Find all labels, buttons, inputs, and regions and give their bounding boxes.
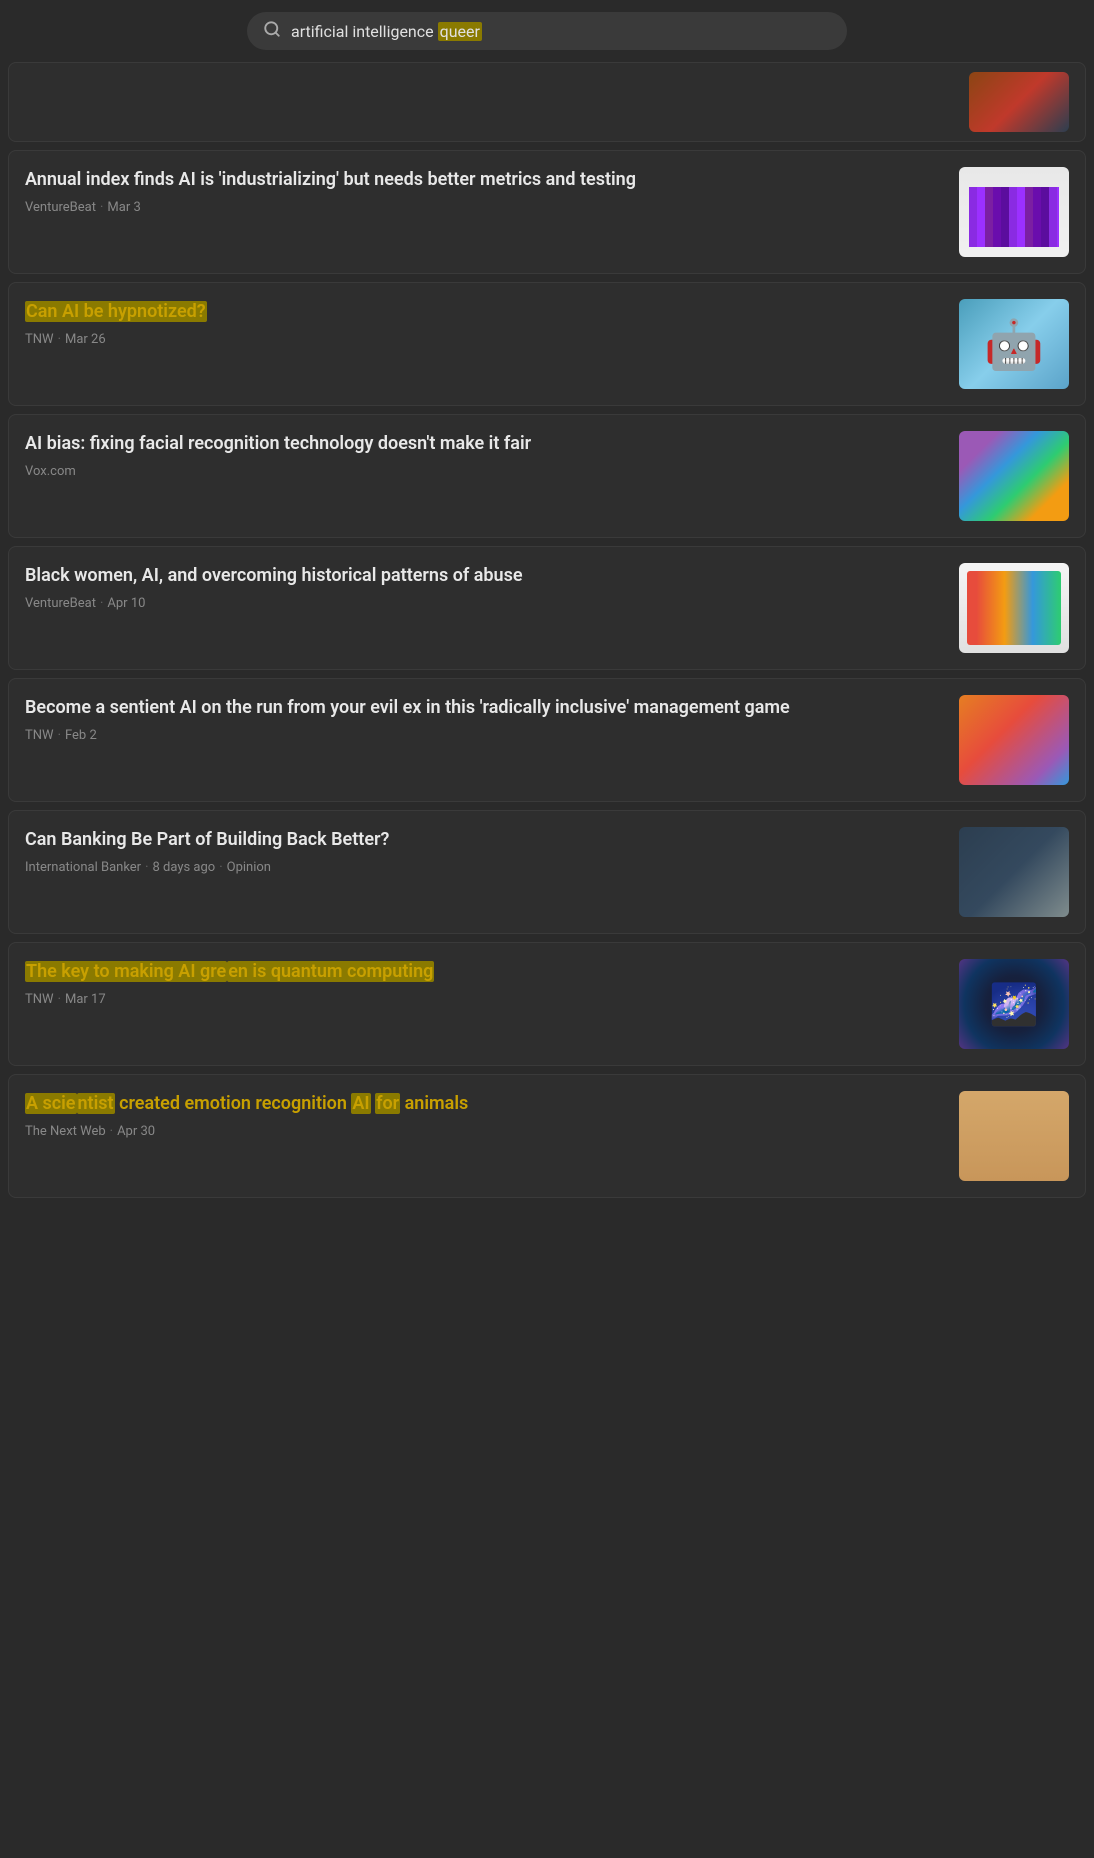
article-card-4[interactable]: Black women, AI, and overcoming historic…	[8, 546, 1086, 670]
meta-dot-1: ·	[100, 200, 103, 215]
article-title-4: Black women, AI, and overcoming historic…	[25, 563, 947, 588]
article-date-5: Feb 2	[65, 728, 97, 743]
article-content-7: The key to making AI green is quantum co…	[25, 959, 947, 1007]
article-card-8[interactable]: A scientist created emotion recognition …	[8, 1074, 1086, 1198]
meta-dot-8: ·	[110, 1124, 113, 1139]
article-card-6[interactable]: Can Banking Be Part of Building Back Bet…	[8, 810, 1086, 934]
article-title-7: The key to making AI green is quantum co…	[25, 959, 947, 984]
article-date-6: 8 days ago	[153, 860, 216, 875]
article-content-5: Become a sentient AI on the run from you…	[25, 695, 947, 743]
article-content-6: Can Banking Be Part of Building Back Bet…	[25, 827, 947, 875]
article-card-1[interactable]: Annual index finds AI is 'industrializin…	[8, 150, 1086, 274]
article-card-7[interactable]: The key to making AI green is quantum co…	[8, 942, 1086, 1066]
article-title-3: AI bias: fixing facial recognition techn…	[25, 431, 947, 456]
article-source-8: The Next Web	[25, 1124, 106, 1139]
article-date-1: Mar 3	[107, 200, 140, 215]
meta-dot-2: ·	[58, 332, 61, 347]
meta-dot-4: ·	[100, 596, 103, 611]
article-thumbnail-8	[959, 1091, 1069, 1181]
article-title-6: Can Banking Be Part of Building Back Bet…	[25, 827, 947, 852]
article-thumbnail-6	[959, 827, 1069, 917]
meta-dot-7: ·	[58, 992, 61, 1007]
article-meta-8: The Next Web · Apr 30	[25, 1124, 947, 1139]
article-title-2: Can AI be hypnotized?	[25, 299, 947, 324]
article-date-2: Mar 26	[65, 332, 106, 347]
top-partial-card[interactable]	[8, 62, 1086, 142]
article-meta-7: TNW · Mar 17	[25, 992, 947, 1007]
search-bar: artificial intelligence queer	[247, 12, 847, 50]
article-meta-6: International Banker · 8 days ago · Opin…	[25, 860, 947, 875]
article-title-5: Become a sentient AI on the run from you…	[25, 695, 947, 720]
article-content-8: A scientist created emotion recognition …	[25, 1091, 947, 1139]
search-bar-container: artificial intelligence queer	[0, 0, 1094, 62]
article-card-5[interactable]: Become a sentient AI on the run from you…	[8, 678, 1086, 802]
article-date-7: Mar 17	[65, 992, 106, 1007]
search-query-text[interactable]: artificial intelligence queer	[291, 22, 831, 41]
meta-dot-5: ·	[58, 728, 61, 743]
article-source-5: TNW	[25, 728, 54, 743]
article-meta-4: VentureBeat · Apr 10	[25, 596, 947, 611]
article-thumbnail-5	[959, 695, 1069, 785]
article-source-2: TNW	[25, 332, 54, 347]
article-card-2[interactable]: Can AI be hypnotized? TNW · Mar 26	[8, 282, 1086, 406]
article-source-6: International Banker	[25, 860, 141, 875]
article-opinion-badge-6: Opinion	[227, 860, 271, 875]
article-card-3[interactable]: AI bias: fixing facial recognition techn…	[8, 414, 1086, 538]
article-title-1: Annual index finds AI is 'industrializin…	[25, 167, 947, 192]
meta-dot-6b: ·	[219, 860, 222, 875]
article-title-8: A scientist created emotion recognition …	[25, 1091, 947, 1116]
article-thumbnail-2	[959, 299, 1069, 389]
article-content-3: AI bias: fixing facial recognition techn…	[25, 431, 947, 479]
article-thumbnail-3	[959, 431, 1069, 521]
article-meta-5: TNW · Feb 2	[25, 728, 947, 743]
article-content-4: Black women, AI, and overcoming historic…	[25, 563, 947, 611]
search-icon	[263, 20, 281, 42]
article-thumbnail-7	[959, 959, 1069, 1049]
article-thumbnail-1	[959, 167, 1069, 257]
article-meta-3: Vox.com	[25, 464, 947, 479]
article-meta-2: TNW · Mar 26	[25, 332, 947, 347]
article-meta-1: VentureBeat · Mar 3	[25, 200, 947, 215]
article-content-1: Annual index finds AI is 'industrializin…	[25, 167, 947, 215]
article-source-3: Vox.com	[25, 464, 76, 479]
article-source-7: TNW	[25, 992, 54, 1007]
meta-dot-6: ·	[145, 860, 148, 875]
article-source-4: VentureBeat	[25, 596, 96, 611]
article-date-8: Apr 30	[117, 1124, 155, 1139]
article-date-4: Apr 10	[107, 596, 145, 611]
partial-thumbnail	[969, 72, 1069, 132]
article-source-1: VentureBeat	[25, 200, 96, 215]
article-thumbnail-4	[959, 563, 1069, 653]
article-content-2: Can AI be hypnotized? TNW · Mar 26	[25, 299, 947, 347]
